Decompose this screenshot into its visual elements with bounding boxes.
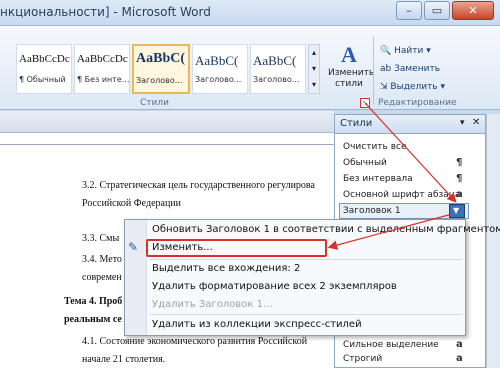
arrow-to-dropdown [365,103,457,203]
annotation-arrows [327,103,457,250]
arrow-to-modify [327,213,453,250]
